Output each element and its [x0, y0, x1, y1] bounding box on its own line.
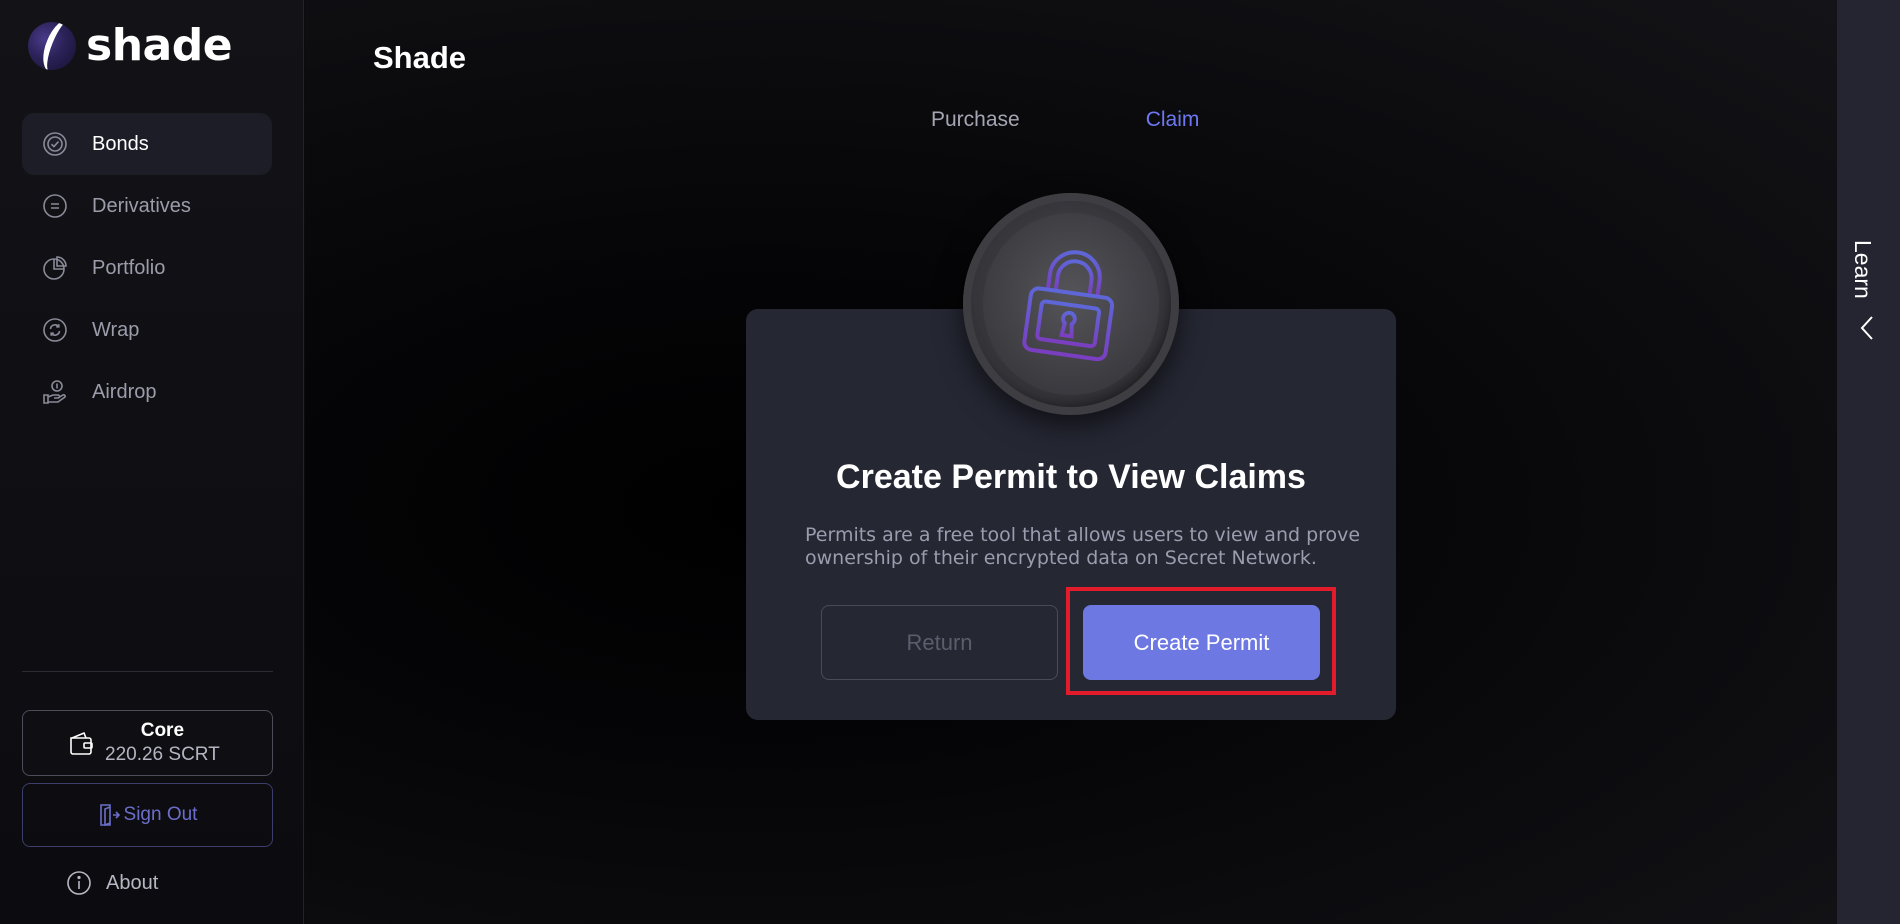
sidebar-item-label: Bonds [92, 132, 149, 155]
wrap-icon [42, 317, 68, 343]
sign-out-button[interactable]: Sign Out [22, 783, 273, 847]
return-button[interactable]: Return [821, 605, 1058, 680]
portfolio-icon [42, 255, 68, 281]
sidebar-item-airdrop[interactable]: Airdrop [22, 361, 272, 423]
shade-logo-icon [28, 21, 76, 70]
bonds-icon [42, 131, 68, 157]
lock-badge-inner [983, 213, 1159, 395]
sidebar-nav: Bonds Derivatives Portfolio Wrap Airdrop [22, 113, 272, 423]
wallet-name: Core [140, 720, 185, 741]
tab-bar: Purchase Claim [931, 108, 1199, 132]
wallet-button[interactable]: Core 220.26 SCRT [22, 710, 273, 776]
airdrop-icon [42, 379, 68, 405]
main-content: Shade Purchase Claim Create Permit to Vi… [305, 0, 1837, 924]
create-permit-button[interactable]: Create Permit [1083, 605, 1320, 680]
wallet-balance: 220.26 SCRT [105, 744, 220, 765]
page-title: Shade [373, 40, 467, 75]
lock-icon [1022, 250, 1115, 362]
sidebar-item-label: Airdrop [92, 380, 157, 403]
about-label: About [106, 871, 159, 894]
info-icon [66, 870, 92, 896]
learn-panel[interactable]: Learn [1837, 0, 1900, 924]
tab-claim[interactable]: Claim [1146, 108, 1200, 132]
sidebar-item-label: Derivatives [92, 194, 191, 217]
sign-out-icon [98, 803, 120, 827]
sidebar: shade Bonds Derivatives Portfolio Wrap A… [0, 0, 304, 924]
lock-badge [963, 193, 1179, 415]
sidebar-item-label: Portfolio [92, 256, 166, 279]
logo-text: shade [86, 20, 233, 71]
card-title: Create Permit to View Claims [836, 458, 1306, 496]
sign-out-label: Sign Out [123, 804, 198, 825]
tab-purchase[interactable]: Purchase [931, 108, 1020, 132]
about-link[interactable]: About [66, 870, 158, 896]
sidebar-item-portfolio[interactable]: Portfolio [22, 237, 272, 299]
sidebar-item-bonds[interactable]: Bonds [22, 113, 272, 175]
chevron-left-icon[interactable] [1857, 314, 1877, 342]
wallet-info: Core 220.26 SCRT [105, 720, 220, 766]
sidebar-item-derivatives[interactable]: Derivatives [22, 175, 272, 237]
sidebar-item-label: Wrap [92, 318, 140, 341]
sidebar-item-wrap[interactable]: Wrap [22, 299, 272, 361]
learn-label: Learn [1850, 240, 1876, 299]
logo[interactable]: shade [28, 20, 233, 71]
wallet-icon [67, 729, 95, 757]
sidebar-divider [22, 671, 273, 672]
card-description: Permits are a free tool that allows user… [805, 524, 1361, 569]
app-root: shade Bonds Derivatives Portfolio Wrap A… [0, 0, 1900, 924]
derivatives-icon [42, 193, 68, 219]
